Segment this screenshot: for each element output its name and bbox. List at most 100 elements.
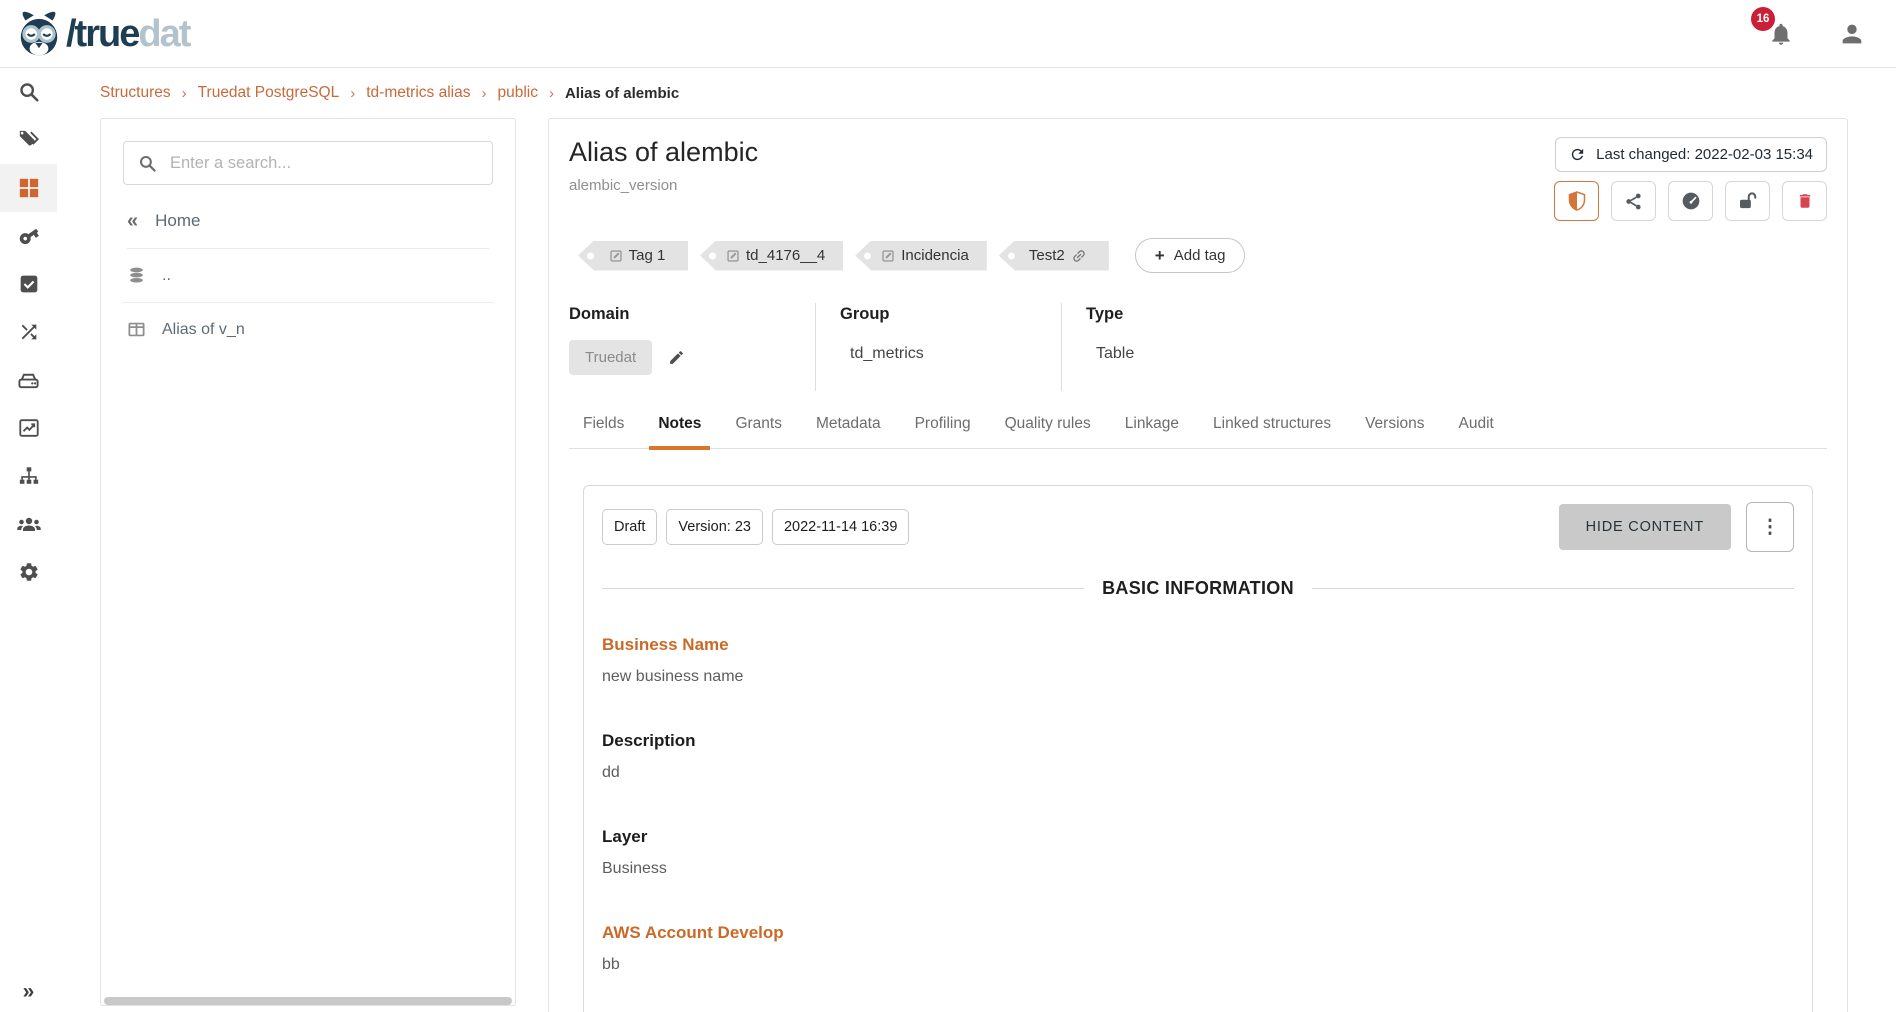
tab-linked-structures[interactable]: Linked structures [1213,415,1331,448]
search-icon [18,81,40,103]
group-value: td_metrics [840,345,1061,363]
field-value: new business name [602,668,1794,686]
notifications-button[interactable]: 16 [1768,21,1794,47]
check-square-icon [19,274,39,294]
tag-td4176[interactable]: td_4176__4 [700,241,843,271]
shield-icon [1568,191,1586,211]
breadcrumb: Structures › Truedat PostgreSQL › td-met… [100,68,1848,118]
field-label: AWS Account Develop [602,923,1794,943]
field-value: bb [602,956,1794,974]
tab-audit[interactable]: Audit [1459,415,1494,448]
edit-note-icon [881,249,895,263]
quality-gauge-button[interactable] [1668,181,1713,221]
field-value: Business [602,860,1794,878]
structure-actions [1554,181,1827,221]
edit-pencil-icon[interactable] [668,349,685,366]
edit-note-icon [726,249,740,263]
sidebar-item-dashboard[interactable] [0,164,57,212]
sidebar-item-groups[interactable] [0,500,57,548]
tab-notes[interactable]: Notes [658,415,701,448]
tree-home-label: Home [155,211,200,231]
share-button[interactable] [1611,181,1656,221]
tree-item-parent[interactable]: .. [123,249,493,303]
breadcrumb-separator: › [182,85,187,102]
tag-test2[interactable]: Test2 [999,241,1109,271]
note-more-menu-button[interactable]: ⋮ [1746,502,1794,552]
group-label: Group [840,305,1061,324]
tree-item-label: Alias of v_n [162,321,245,339]
tab-linkage[interactable]: Linkage [1125,415,1179,448]
logo-text-primary: /true [66,13,138,55]
field-value: dd [602,764,1794,782]
link-icon [1071,248,1087,264]
tab-fields[interactable]: Fields [583,415,624,448]
last-changed-button[interactable]: Last changed: 2022-02-03 15:34 [1555,137,1827,172]
tree-horizontal-scrollbar[interactable] [104,997,512,1005]
sidebar-item-systems[interactable] [0,356,57,404]
hide-content-button[interactable]: HIDE CONTENT [1559,504,1731,550]
tag-label: Tag 1 [629,247,666,264]
refresh-icon [1569,146,1586,163]
sidebar-item-permissions[interactable] [0,212,57,260]
owl-logo-icon [16,9,62,59]
kebab-icon: ⋮ [1761,516,1780,539]
key-icon [18,225,40,247]
sidebar-item-quality[interactable] [0,260,57,308]
last-changed-label: Last changed: 2022-02-03 15:34 [1596,146,1813,163]
field-label: Business Name [602,635,1794,655]
header-actions: 16 [1768,20,1866,48]
hard-drive-icon [17,369,40,392]
tag-incidencia[interactable]: Incidencia [855,241,987,271]
breadcrumb-link-database[interactable]: td-metrics alias [366,84,470,102]
tree-search-box [123,141,493,185]
sidebar-item-lineage[interactable] [0,452,57,500]
tab-grants[interactable]: Grants [735,415,782,448]
tree-search-input[interactable] [170,154,478,173]
top-header: /truedat 16 [0,0,1896,68]
tabs: Fields Notes Grants Metadata Profiling Q… [569,415,1827,449]
sidebar-item-search[interactable] [0,68,57,116]
section-title: BASIC INFORMATION [1102,578,1294,599]
edit-note-icon [609,249,623,263]
breadcrumb-link-structures[interactable]: Structures [100,84,171,102]
section-heading: BASIC INFORMATION [602,578,1794,599]
trend-chart-icon [18,417,40,439]
domain-value-pill[interactable]: Truedat [569,340,652,375]
delete-button[interactable] [1782,181,1827,221]
unlock-button[interactable] [1725,181,1770,221]
note-status-badge: Draft [602,509,657,545]
note-panel: Draft Version: 23 2022-11-14 16:39 HIDE … [583,485,1813,1012]
note-version-badge: Version: 23 [666,509,763,545]
domain-label: Domain [569,305,815,324]
tags-row: Tag 1 td_4176__4 Incidencia Test2 [578,238,1827,273]
tab-metadata[interactable]: Metadata [816,415,881,448]
add-tag-button[interactable]: + Add tag [1135,238,1246,273]
shuffle-icon [18,321,40,343]
tab-profiling[interactable]: Profiling [915,415,971,448]
confidential-button[interactable] [1554,181,1599,221]
sidebar-item-tags[interactable] [0,116,57,164]
tree-item-alias-of-vn[interactable]: Alias of v_n [123,303,493,356]
note-date-badge: 2022-11-14 16:39 [772,509,909,545]
breadcrumb-link-schema[interactable]: public [497,84,538,102]
grid-icon [18,177,40,199]
sidebar-item-dashboards[interactable] [0,404,57,452]
breadcrumb-link-system[interactable]: Truedat PostgreSQL [198,84,340,102]
truedat-logo[interactable]: /truedat [16,9,189,59]
tree-home-item[interactable]: « Home [127,211,489,249]
user-menu-button[interactable] [1838,20,1866,48]
tab-versions[interactable]: Versions [1365,415,1424,448]
share-icon [1624,192,1643,211]
breadcrumb-current: Alias of alembic [565,85,679,102]
note-field: Description dd [602,731,1794,782]
tab-quality-rules[interactable]: Quality rules [1005,415,1091,448]
field-label: Layer [602,827,1794,847]
sidebar-item-relations[interactable] [0,308,57,356]
database-icon [127,266,146,285]
tag-tag1[interactable]: Tag 1 [578,241,688,271]
sidebar-item-settings[interactable] [0,548,57,596]
table-icon [127,320,146,339]
sidebar-nav: » [0,68,57,1012]
sidebar-expand-button[interactable]: » [0,980,57,1004]
breadcrumb-separator: › [481,85,486,102]
